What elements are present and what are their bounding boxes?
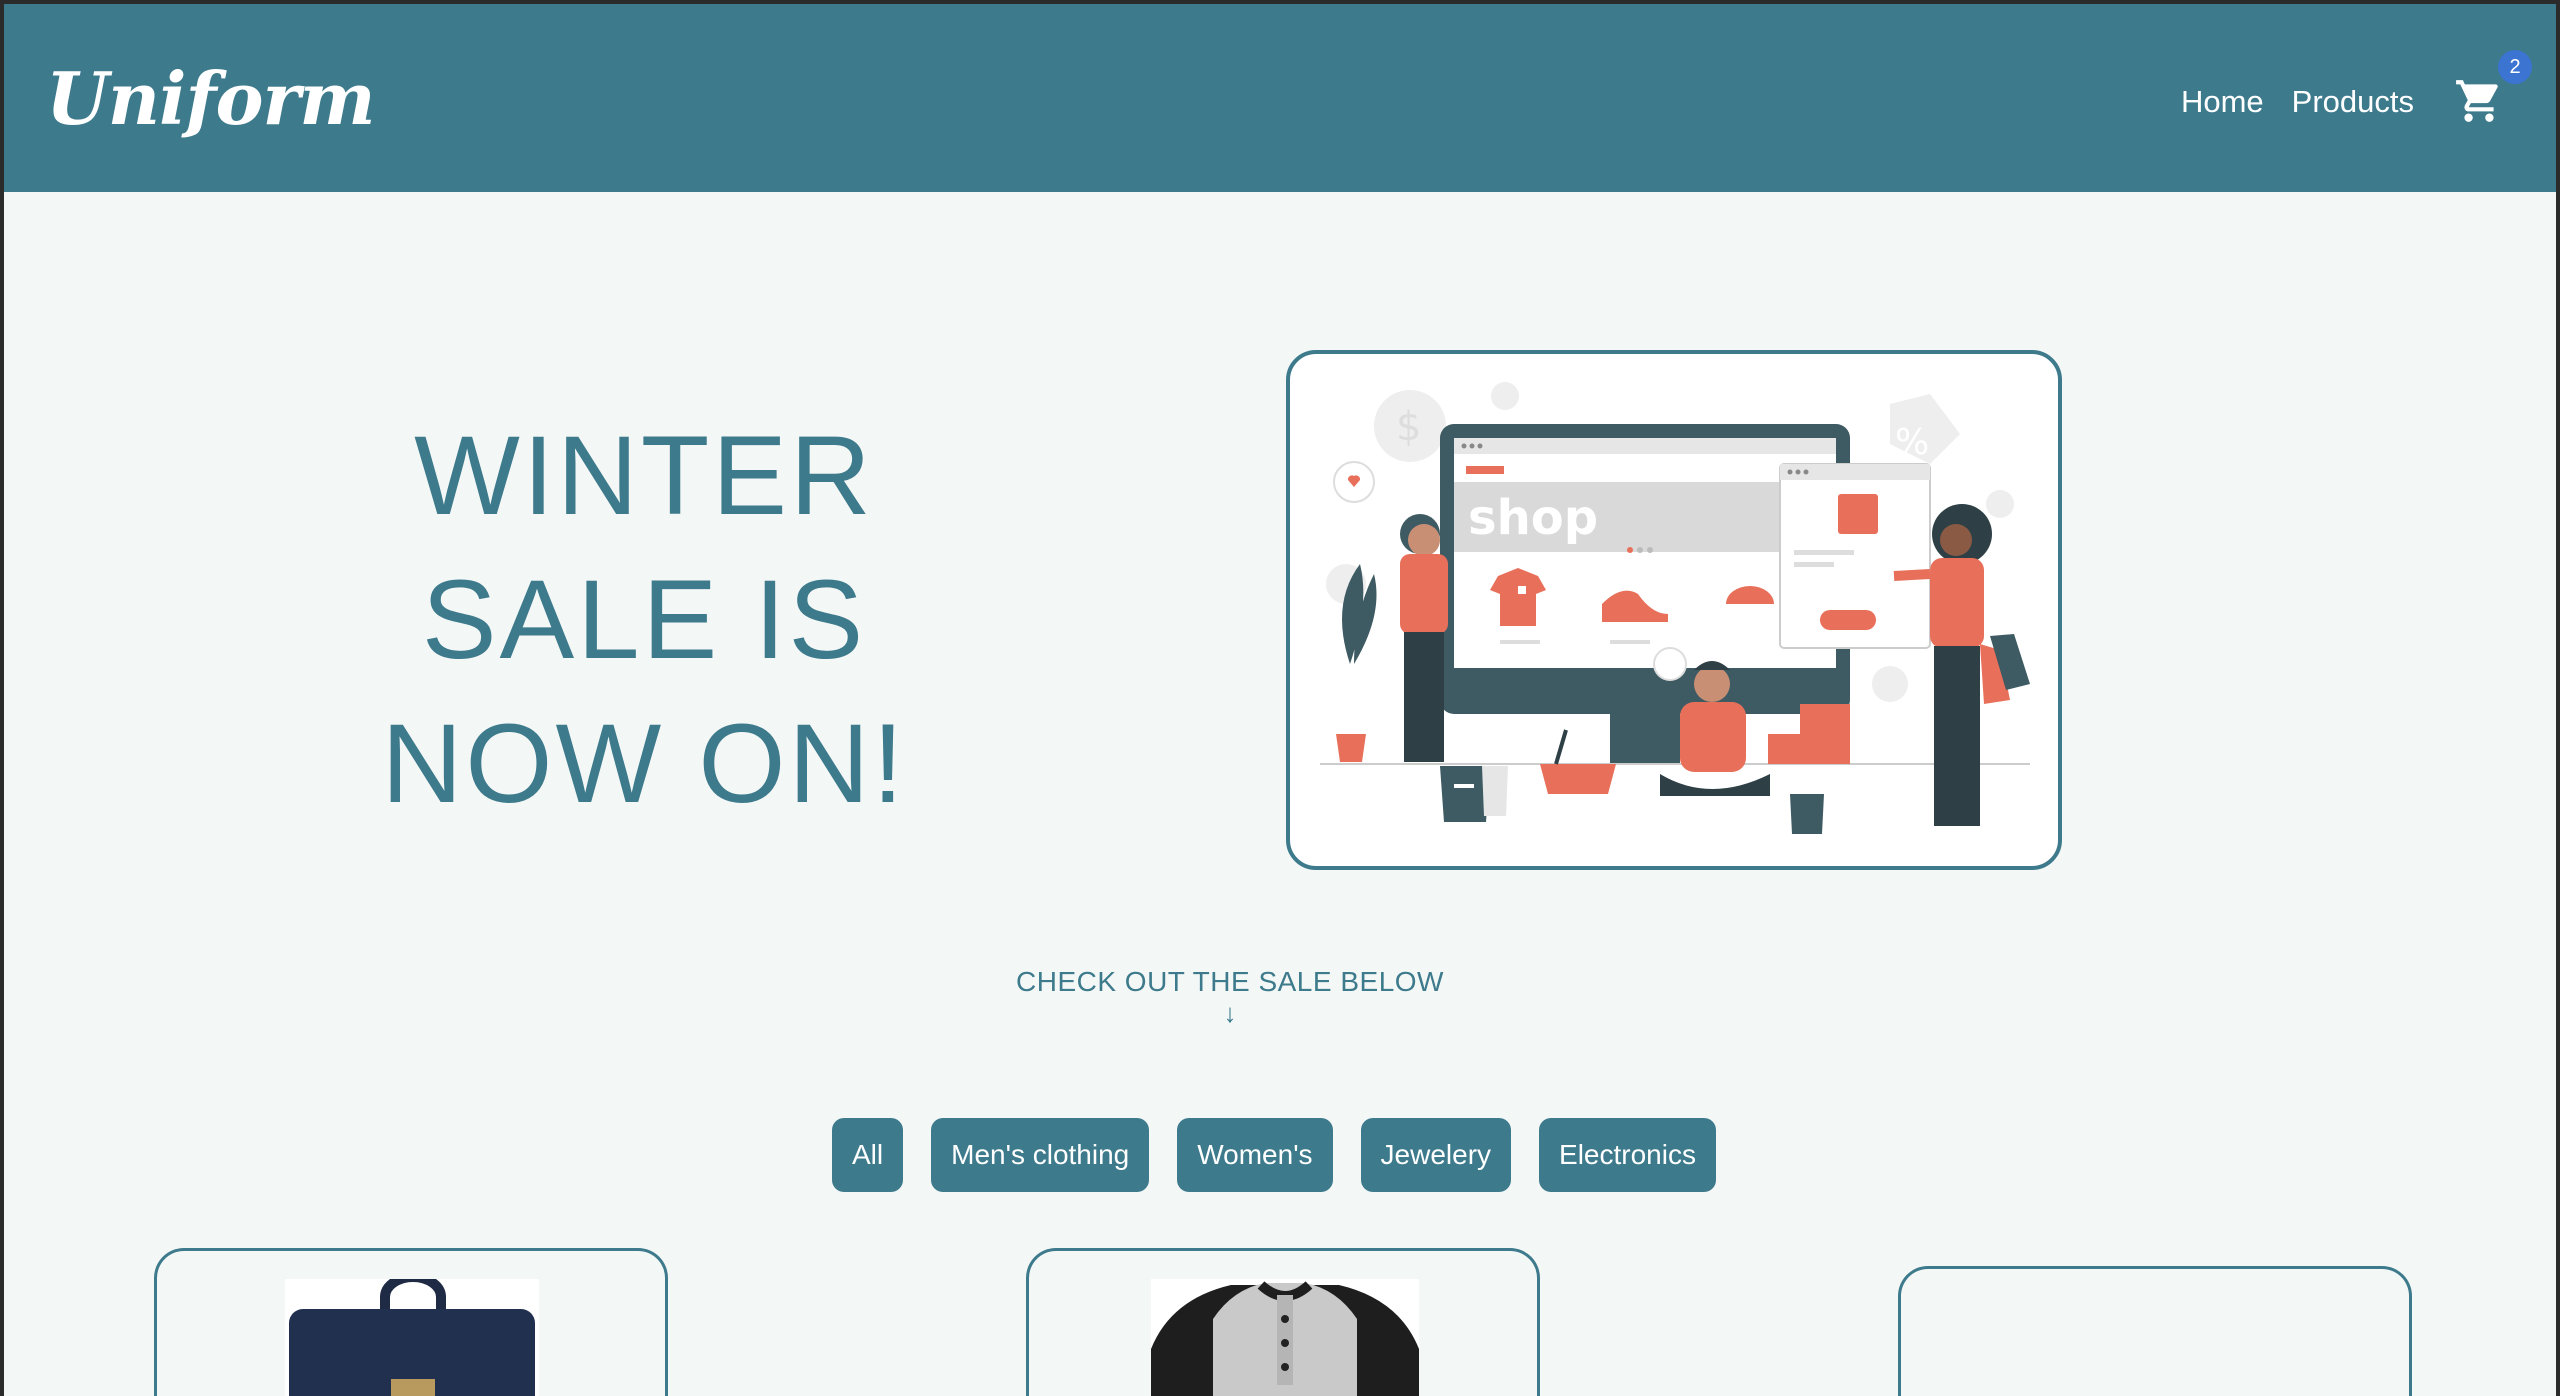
cart-count-badge: 2 bbox=[2498, 50, 2532, 84]
filter-jewelery-button[interactable]: Jewelery bbox=[1360, 1118, 1512, 1192]
product-card[interactable] bbox=[1026, 1248, 1540, 1396]
check-out-sale-link[interactable]: CHECK OUT THE SALE BELOW ↓ bbox=[1004, 966, 1456, 1026]
online-shopping-illustration: $ % shop bbox=[1320, 382, 2030, 834]
svg-text:$: $ bbox=[1396, 404, 1421, 450]
shop-banner-text: shop bbox=[1468, 490, 1598, 546]
top-navbar: Uniform Home Products 2 bbox=[4, 4, 2556, 192]
category-filters: All Men's clothing Women's Jewelery Elec… bbox=[832, 1118, 1716, 1192]
product-card[interactable] bbox=[154, 1248, 668, 1396]
nav-link-products[interactable]: Products bbox=[2292, 84, 2414, 120]
hero-title-line: WINTER bbox=[414, 413, 874, 538]
nav-links: Home Products bbox=[2181, 84, 2414, 120]
filter-womens-button[interactable]: Women's bbox=[1177, 1118, 1333, 1192]
svg-text:%: % bbox=[1895, 422, 1929, 463]
arrow-down-icon: ↓ bbox=[1223, 998, 1237, 1028]
cart-icon bbox=[2456, 80, 2498, 122]
nav-link-home[interactable]: Home bbox=[2181, 84, 2264, 120]
cta-label: CHECK OUT THE SALE BELOW bbox=[1016, 966, 1444, 997]
hero-title: WINTER SALE IS NOW ON! bbox=[304, 404, 984, 836]
hero-title-line: SALE IS bbox=[421, 557, 867, 682]
filter-mens-clothing-button[interactable]: Men's clothing bbox=[931, 1118, 1150, 1192]
hero-illustration: $ % shop bbox=[1286, 350, 2062, 870]
filter-electronics-button[interactable]: Electronics bbox=[1539, 1118, 1716, 1192]
cart-button[interactable] bbox=[2454, 76, 2504, 126]
logo[interactable]: Uniform bbox=[46, 56, 376, 141]
filter-all-button[interactable]: All bbox=[832, 1118, 904, 1192]
product-image-henley-shirt bbox=[1151, 1279, 1419, 1396]
product-image-backpack bbox=[285, 1279, 539, 1396]
hero-title-line: NOW ON! bbox=[381, 701, 907, 826]
product-card[interactable] bbox=[1898, 1266, 2412, 1396]
